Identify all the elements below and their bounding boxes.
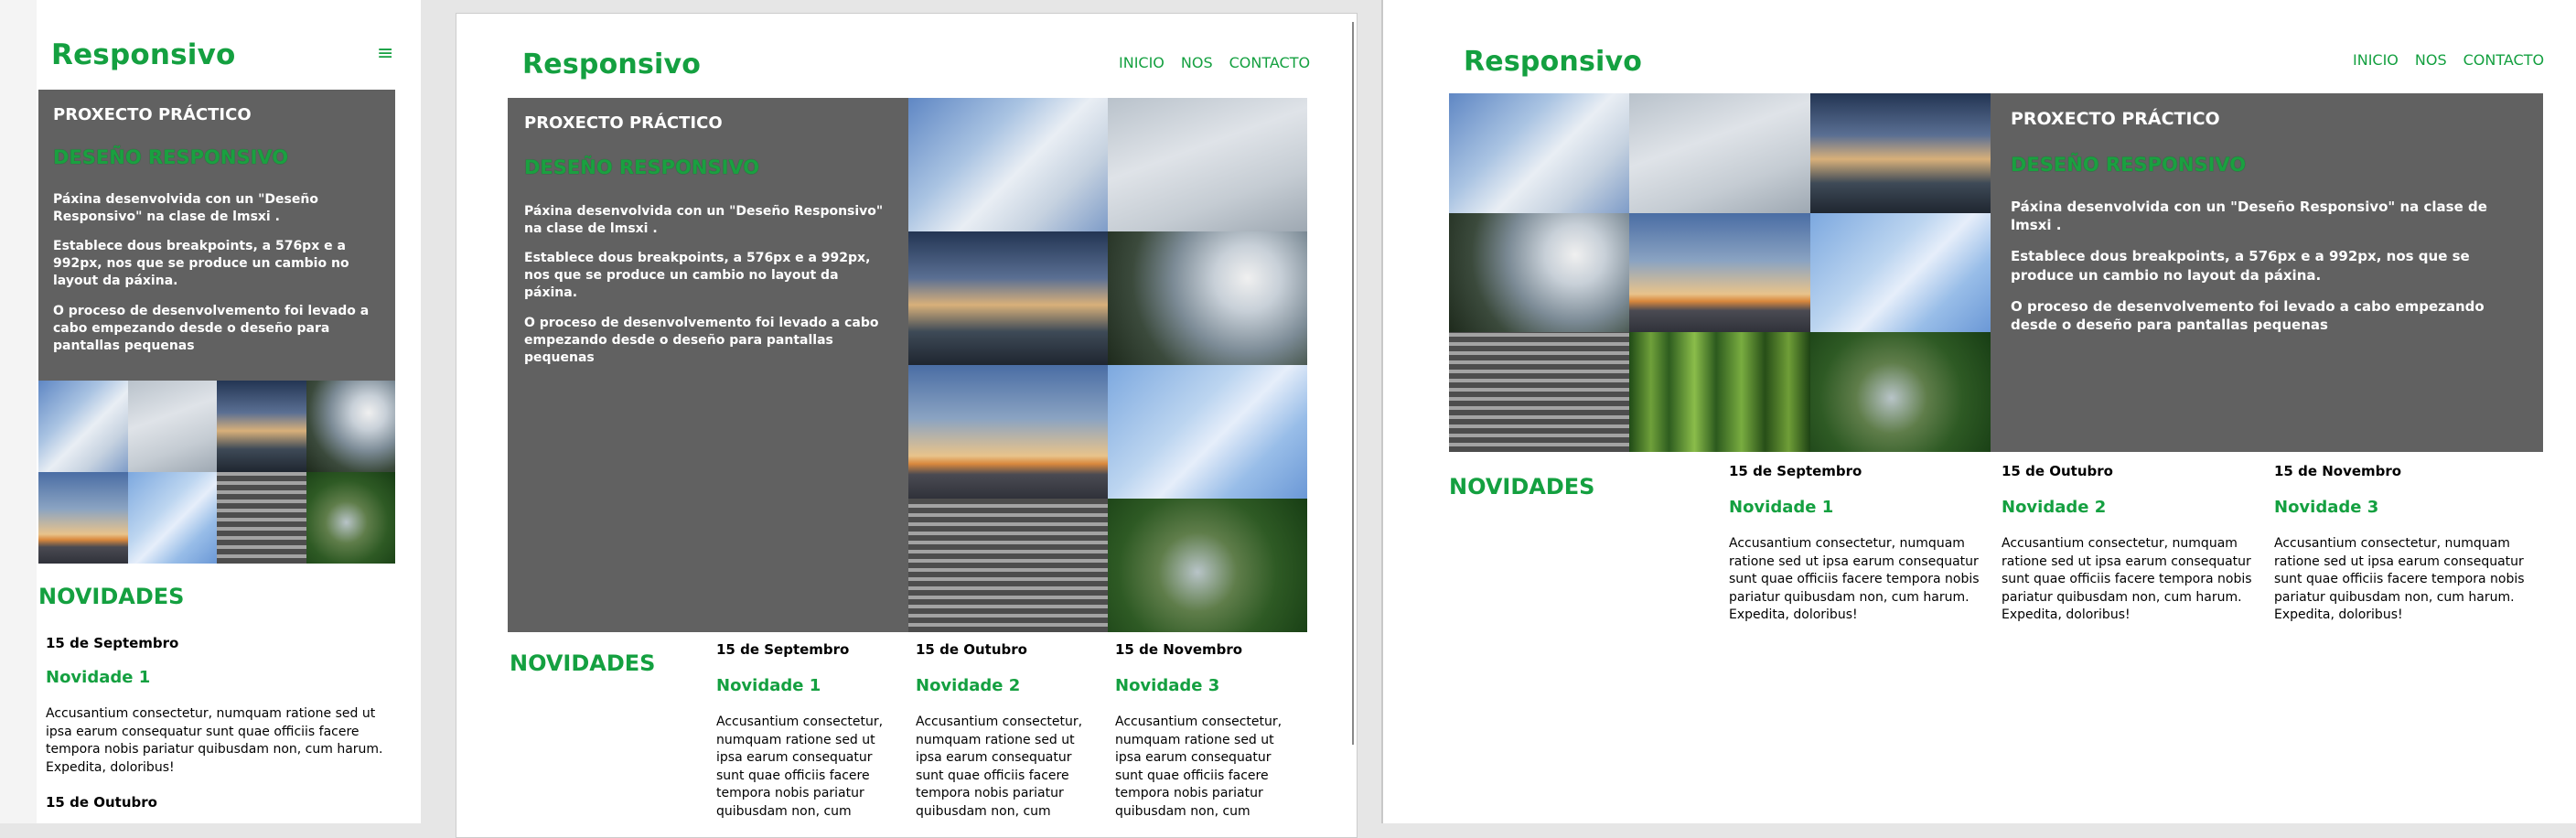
news-title[interactable]: Novidade 1 (1729, 498, 1994, 517)
gallery-image (1108, 365, 1307, 499)
news-body: Accusantium consectetur, numquam ratione… (716, 714, 884, 819)
gallery-image (217, 381, 306, 472)
news-date: 15 de Outubro (916, 641, 1027, 658)
news-title[interactable]: Novidade 1 (46, 668, 393, 687)
gallery-image (306, 472, 395, 564)
news-date: 15 de Septembro (716, 641, 850, 658)
news-item: 15 de Outubro (46, 794, 393, 811)
intro-panel: PROXECTO PRÁCTICO DESEÑO RESPONSIVO Páxi… (1991, 93, 2543, 452)
image-gallery (38, 381, 395, 564)
news-body: Accusantium consectetur, numquam ratione… (2274, 536, 2525, 623)
news-title[interactable]: Novidade 1 (716, 676, 899, 695)
news-item: 15 de Novembro Novidade 3 Accusantium co… (1115, 641, 1298, 822)
gallery-image (1108, 231, 1307, 365)
nav-link-contacto[interactable]: CONTACTO (2463, 51, 2544, 69)
gallery-image (127, 381, 217, 472)
gallery-image (306, 381, 395, 472)
gallery-image (1809, 93, 1991, 213)
nav-link-contacto[interactable]: CONTACTO (1229, 54, 1310, 71)
hamburger-menu-icon[interactable]: ≡ (377, 42, 393, 65)
gallery-image (1108, 499, 1307, 632)
news-title[interactable]: Novidade 2 (916, 676, 1099, 695)
image-gallery (1449, 93, 1991, 452)
desktop-viewport: Responsivo INICIO NOS CONTACTO PROXECTO … (1381, 0, 2576, 823)
intro-paragraph-1: Páxina desenvolvida con un "Deseño Respo… (524, 203, 884, 236)
left-gap (0, 0, 37, 823)
intro-paragraph-3: O proceso de desenvolvemento foi levado … (53, 304, 370, 353)
main-nav: INICIO NOS CONTACTO (2353, 51, 2544, 69)
gallery-image (1629, 93, 1810, 213)
gallery-image (908, 499, 1108, 632)
news-item: 15 de Novembro Novidade 3 Accusantium co… (2274, 463, 2539, 625)
gallery-image (1449, 93, 1630, 213)
gallery-image (908, 98, 1108, 231)
nav-link-inicio[interactable]: INICIO (2353, 51, 2399, 69)
mobile-viewport: Responsivo ≡ PROXECTO PRÁCTICO DESEÑO RE… (37, 0, 421, 823)
gallery-image (38, 381, 128, 472)
intro-heading: DESEÑO RESPONSIVO (524, 156, 760, 179)
novidades-title: NOVIDADES (510, 650, 656, 676)
novidades-title: NOVIDADES (38, 584, 185, 609)
brand-logo[interactable]: Responsivo (51, 38, 236, 71)
gallery-image (217, 472, 306, 564)
brand-logo[interactable]: Responsivo (522, 48, 701, 81)
news-item: 15 de Septembro Novidade 1 Accusantium c… (46, 635, 393, 777)
news-date: 15 de Novembro (2274, 463, 2402, 479)
news-item: 15 de Outubro Novidade 2 Accusantium con… (2002, 463, 2267, 625)
intro-paragraph-1: Páxina desenvolvida con un "Deseño Respo… (2011, 198, 2487, 234)
gallery-image (1629, 212, 1810, 333)
gallery-image (908, 231, 1108, 365)
intro-paragraph-3: O proceso de desenvolvemento foi levado … (2011, 297, 2485, 334)
news-item: 15 de Septembro Novidade 1 Accusantium c… (1729, 463, 1994, 625)
news-item: 15 de Septembro Novidade 1 Accusantium c… (716, 641, 899, 822)
gallery-image (1108, 98, 1307, 231)
novidades-title: NOVIDADES (1449, 474, 1595, 500)
scrollbar[interactable] (1352, 22, 1354, 745)
gallery-image (38, 472, 128, 564)
brand-logo[interactable]: Responsivo (1464, 46, 1642, 78)
gallery-image (908, 365, 1108, 499)
nav-link-nos[interactable]: NOS (1181, 54, 1213, 71)
news-title[interactable]: Novidade 3 (2274, 498, 2539, 517)
news-body: Accusantium consectetur, numquam ratione… (2002, 536, 2252, 623)
news-title[interactable]: Novidade 3 (1115, 676, 1298, 695)
tablet-viewport: Responsivo INICIO NOS CONTACTO PROXECTO … (456, 13, 1358, 838)
gallery-image (1449, 332, 1630, 452)
intro-heading: DESEÑO RESPONSIVO (2011, 153, 2247, 176)
news-title[interactable]: Novidade 2 (2002, 498, 2267, 517)
gallery-image (127, 472, 217, 564)
intro-kicker: PROXECTO PRÁCTICO (53, 105, 252, 124)
intro-paragraph-1: Páxina desenvolvida con un "Deseño Respo… (53, 191, 318, 224)
intro-paragraph-2: Establece dous breakpoints, a 576px e a … (524, 251, 871, 301)
nav-link-inicio[interactable]: INICIO (1119, 54, 1165, 71)
news-date: 15 de Septembro (46, 635, 179, 651)
intro-panel: PROXECTO PRÁCTICO DESEÑO RESPONSIVO Páxi… (38, 90, 395, 381)
intro-kicker: PROXECTO PRÁCTICO (2011, 109, 2220, 129)
news-body: Accusantium consectetur, numquam ratione… (46, 706, 383, 775)
intro-paragraph-2: Establece dous breakpoints, a 576px e a … (53, 239, 349, 289)
gallery-image (1629, 332, 1810, 452)
news-body: Accusantium consectetur, numquam ratione… (1729, 536, 1980, 623)
news-date: 15 de Septembro (1729, 463, 1862, 479)
news-date: 15 de Outubro (46, 794, 157, 811)
gallery-image (1809, 212, 1991, 333)
gallery-image (1449, 212, 1630, 333)
news-body: Accusantium consectetur, numquam ratione… (916, 714, 1083, 819)
intro-panel: PROXECTO PRÁCTICO DESEÑO RESPONSIVO Páxi… (508, 98, 908, 632)
intro-paragraph-2: Establece dous breakpoints, a 576px e a … (2011, 248, 2470, 284)
news-body: Accusantium consectetur, numquam ratione… (1115, 714, 1283, 819)
news-item: 15 de Outubro Novidade 2 Accusantium con… (916, 641, 1099, 822)
intro-paragraph-3: O proceso de desenvolvemento foi levado … (524, 316, 879, 365)
gallery-image (1809, 332, 1991, 452)
image-gallery (908, 98, 1307, 632)
main-nav: INICIO NOS CONTACTO (1119, 54, 1310, 71)
intro-heading: DESEÑO RESPONSIVO (53, 146, 289, 169)
news-date: 15 de Outubro (2002, 463, 2113, 479)
news-date: 15 de Novembro (1115, 641, 1243, 658)
intro-kicker: PROXECTO PRÁCTICO (524, 113, 723, 133)
nav-link-nos[interactable]: NOS (2415, 51, 2447, 69)
